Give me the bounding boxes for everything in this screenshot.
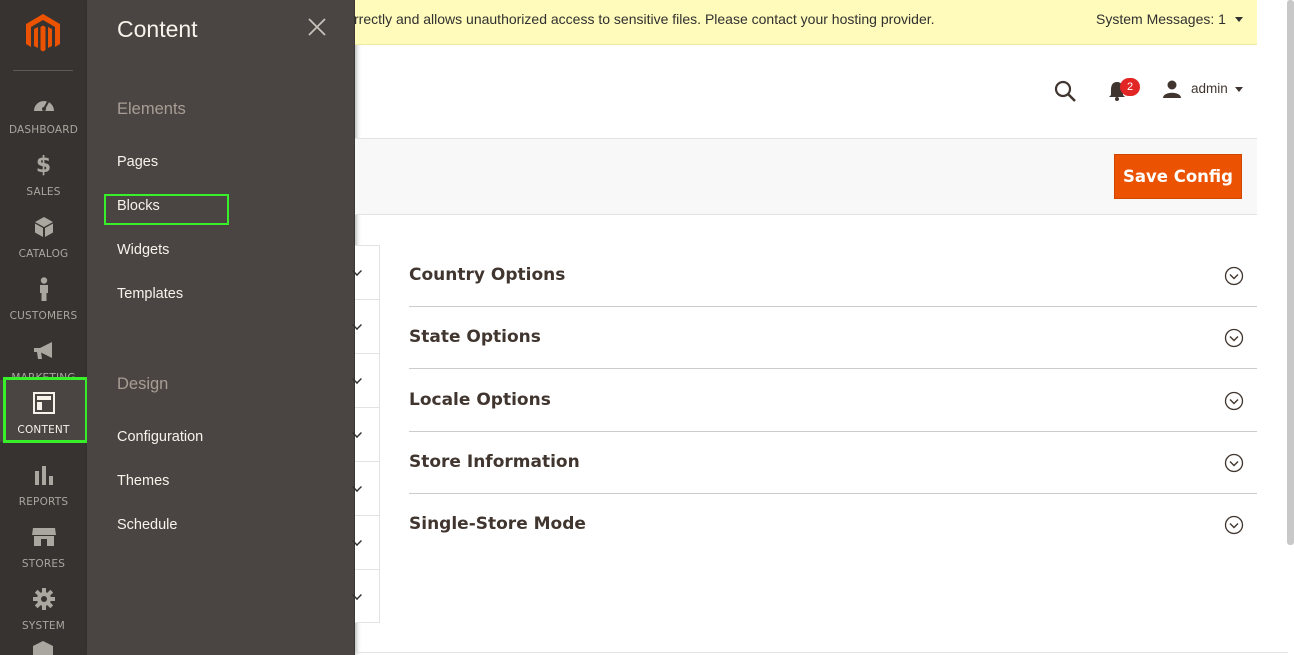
nav-item-catalog[interactable]: CATALOG: [0, 204, 87, 266]
section-state-options[interactable]: State Options: [409, 307, 1257, 369]
nav-item-label: CATALOG: [18, 248, 69, 260]
flyout-link-themes[interactable]: Themes: [117, 473, 169, 489]
nav-item-label: STORES: [21, 558, 66, 570]
expand-circle-icon[interactable]: [1224, 391, 1244, 411]
nav-item-label: SALES: [26, 186, 61, 198]
nav-item-label: DASHBOARD: [8, 124, 79, 136]
chevron-down-icon[interactable]: [1235, 87, 1243, 92]
config-tab[interactable]: [352, 300, 379, 354]
page-footer-divider: [355, 652, 1288, 653]
system-message-text: rrectly and allows unauthorized access t…: [354, 11, 935, 27]
section-title: Store Information: [409, 452, 580, 472]
config-tab[interactable]: [352, 354, 379, 408]
section-title: Single-Store Mode: [409, 514, 586, 534]
magento-logo-icon[interactable]: [23, 12, 63, 54]
content-flyout-menu: Content Elements Pages Blocks Widgets Te…: [87, 0, 355, 655]
section-locale-options[interactable]: Locale Options: [409, 370, 1257, 432]
system-messages-toggle[interactable]: System Messages: 1: [1096, 11, 1226, 27]
cube-icon: [0, 214, 87, 240]
config-tab[interactable]: [352, 462, 379, 516]
page-scrollbar[interactable]: [1287, 0, 1294, 545]
flyout-group-design: Design: [117, 375, 169, 393]
admin-user-menu[interactable]: admin: [1191, 81, 1228, 96]
expand-circle-icon[interactable]: [1224, 266, 1244, 286]
page-actions-bar: Save Config: [355, 138, 1257, 215]
person-icon: [0, 276, 87, 302]
config-tab[interactable]: [352, 246, 379, 300]
nav-divider: [13, 70, 73, 71]
section-store-information[interactable]: Store Information: [409, 432, 1257, 494]
section-title: Country Options: [409, 265, 566, 285]
section-title: Locale Options: [409, 390, 551, 410]
nav-item-customers[interactable]: CUSTOMERS: [0, 266, 87, 328]
config-tabs-column: [352, 245, 380, 624]
nav-item-stores[interactable]: STORES: [0, 514, 87, 576]
notification-count-badge[interactable]: 2: [1120, 78, 1140, 96]
megaphone-icon: [0, 338, 87, 364]
gear-icon: [0, 586, 87, 612]
flyout-group-elements: Elements: [117, 100, 186, 118]
section-country-options[interactable]: Country Options: [409, 245, 1257, 307]
content-highlight-box: [3, 377, 88, 443]
flyout-link-widgets[interactable]: Widgets: [117, 242, 169, 258]
dollar-icon: $: [35, 152, 52, 178]
config-tab[interactable]: [352, 516, 379, 570]
nav-item-sales[interactable]: $ SALES: [0, 142, 87, 204]
flyout-link-pages[interactable]: Pages: [117, 154, 158, 170]
nav-item-system[interactable]: SYSTEM: [0, 576, 87, 638]
admin-nav: DASHBOARD $ SALES CATALOG CUSTOMERS MARK…: [0, 0, 88, 655]
close-icon[interactable]: [306, 16, 328, 38]
flyout-link-schedule[interactable]: Schedule: [117, 517, 177, 533]
flyout-link-templates[interactable]: Templates: [117, 286, 183, 302]
section-single-store-mode[interactable]: Single-Store Mode: [409, 494, 1257, 556]
system-message-bar: rrectly and allows unauthorized access t…: [354, 0, 1257, 45]
extensions-icon[interactable]: [32, 640, 54, 655]
section-title: State Options: [409, 327, 541, 347]
blocks-highlight-box: [104, 194, 229, 225]
nav-item-label: REPORTS: [18, 496, 69, 508]
config-tab[interactable]: [352, 408, 379, 462]
nav-item-reports[interactable]: REPORTS: [0, 452, 87, 514]
expand-circle-icon[interactable]: [1224, 328, 1244, 348]
storefront-icon: [0, 524, 87, 550]
expand-circle-icon[interactable]: [1224, 453, 1244, 473]
nav-item-label: SYSTEM: [21, 620, 66, 632]
bar-chart-icon: [0, 462, 87, 488]
chevron-down-icon[interactable]: [1235, 17, 1243, 22]
config-tab[interactable]: [352, 570, 379, 624]
flyout-link-configuration[interactable]: Configuration: [117, 429, 203, 445]
save-config-button[interactable]: Save Config: [1114, 154, 1242, 199]
nav-item-dashboard[interactable]: DASHBOARD: [0, 80, 87, 142]
user-icon[interactable]: [1162, 80, 1182, 98]
search-icon[interactable]: [1053, 79, 1077, 103]
nav-item-label: CUSTOMERS: [9, 310, 78, 322]
dashboard-icon: [0, 90, 87, 116]
expand-circle-icon[interactable]: [1224, 515, 1244, 535]
flyout-title: Content: [117, 16, 198, 42]
